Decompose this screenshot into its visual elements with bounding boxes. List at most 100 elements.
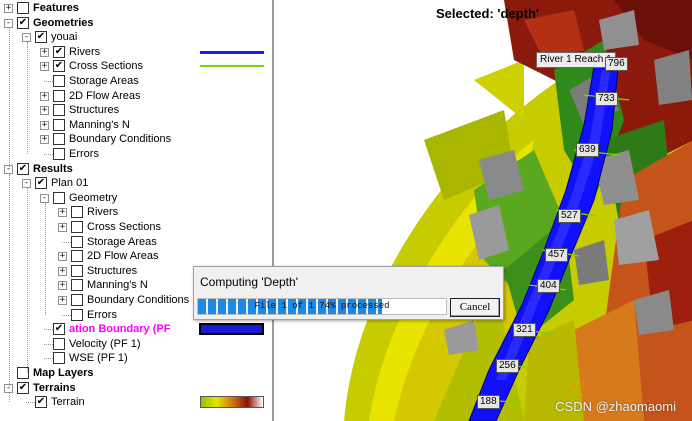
visibility-checkbox[interactable]: ✔ xyxy=(35,31,47,44)
tree-item-storage-areas[interactable]: Storage Areas xyxy=(0,74,268,89)
depth-legend-swatch xyxy=(199,323,264,336)
cross-section-line-swatch xyxy=(200,65,264,68)
visibility-checkbox[interactable] xyxy=(53,352,65,365)
tree-item-res-2d-flow-areas[interactable]: +2D Flow Areas xyxy=(0,249,268,264)
tree-connector xyxy=(44,358,53,360)
visibility-checkbox[interactable] xyxy=(53,191,65,204)
tree-item-label: Cross Sections xyxy=(87,221,161,233)
tree-guide-line xyxy=(9,392,10,403)
collapse-icon[interactable]: - xyxy=(22,179,31,189)
tree-connector xyxy=(44,81,53,82)
tree-item-2d-flow-areas[interactable]: +2D Flow Areas xyxy=(0,89,268,104)
expand-icon[interactable]: + xyxy=(58,208,67,218)
expand-icon[interactable]: + xyxy=(40,62,49,72)
visibility-checkbox[interactable] xyxy=(17,2,29,14)
tree-item-label: WSE (PF 1) xyxy=(69,352,128,365)
progress-text: File 1 of 1 74% processed xyxy=(254,301,390,311)
station-label: 188 xyxy=(477,395,500,409)
visibility-checkbox[interactable] xyxy=(71,279,83,292)
tree-item-map-layers[interactable]: Map Layers xyxy=(0,366,268,381)
tree-item-depth[interactable]: ✔ ation Boundary (PF xyxy=(0,322,268,337)
visibility-checkbox[interactable] xyxy=(71,264,83,277)
tree-item-label: Storage Areas xyxy=(69,75,139,87)
collapse-icon[interactable]: - xyxy=(22,33,31,43)
expand-icon[interactable]: + xyxy=(58,266,67,276)
tree-item-label: Boundary Conditions xyxy=(87,294,190,306)
station-label: 256 xyxy=(496,359,519,373)
expand-icon[interactable]: + xyxy=(40,106,49,116)
tree-item-label: Map Layers xyxy=(33,367,94,379)
station-label: 527 xyxy=(558,209,581,223)
tree-item-velocity[interactable]: Velocity (PF 1) xyxy=(0,337,268,352)
tree-item-res-cross-sections[interactable]: + Cross Sections xyxy=(0,220,268,235)
visibility-checkbox[interactable] xyxy=(53,75,65,87)
river-line-swatch xyxy=(200,50,264,54)
tree-item-mannings-n[interactable]: + Manning's N xyxy=(0,118,268,133)
visibility-checkbox[interactable]: ✔ xyxy=(17,162,29,175)
tree-item-features[interactable]: + Features xyxy=(0,1,268,16)
visibility-checkbox[interactable] xyxy=(53,337,65,350)
visibility-checkbox[interactable] xyxy=(71,206,83,219)
visibility-checkbox[interactable] xyxy=(53,118,65,131)
station-label: 457 xyxy=(545,248,568,262)
tree-connector xyxy=(44,154,53,155)
tree-item-label: Features xyxy=(33,2,79,14)
visibility-checkbox[interactable]: ✔ xyxy=(53,60,65,73)
selected-layer-label: Selected: 'depth' xyxy=(436,6,539,21)
collapse-icon[interactable]: - xyxy=(40,193,49,203)
tree-item-geometry[interactable]: - Geometry xyxy=(0,191,268,206)
visibility-checkbox[interactable]: ✔ xyxy=(35,177,47,190)
tree-item-terrain[interactable]: ✔ Terrain xyxy=(0,395,268,410)
visibility-checkbox[interactable] xyxy=(71,235,83,248)
visibility-checkbox[interactable] xyxy=(53,104,65,117)
tree-item-res-rivers[interactable]: + Rivers xyxy=(0,205,268,220)
visibility-checkbox[interactable] xyxy=(53,148,65,160)
tree-item-label: Manning's N xyxy=(69,118,130,131)
tree-item-errors[interactable]: Errors xyxy=(0,147,268,162)
expand-icon[interactable]: + xyxy=(58,252,67,262)
tree-item-rivers[interactable]: + ✔ Rivers xyxy=(0,45,268,60)
visibility-checkbox[interactable] xyxy=(71,308,83,321)
tree-connector xyxy=(26,402,35,404)
tree-guide-line xyxy=(27,42,28,154)
visibility-checkbox[interactable]: ✔ xyxy=(53,323,65,336)
expand-icon[interactable]: + xyxy=(40,120,49,130)
tree-item-terrains[interactable]: - ✔ Terrains xyxy=(0,381,268,396)
visibility-checkbox[interactable] xyxy=(71,294,83,306)
collapse-icon[interactable]: - xyxy=(4,18,13,28)
station-label: 796 xyxy=(605,57,628,71)
visibility-checkbox[interactable]: ✔ xyxy=(35,396,47,409)
tree-item-cross-sections[interactable]: + ✔ Cross Sections xyxy=(0,59,268,74)
expand-icon[interactable]: + xyxy=(40,91,49,101)
tree-item-results[interactable]: - ✔ Results xyxy=(0,162,268,177)
station-label: 733 xyxy=(595,92,618,106)
tree-item-boundary-conditions[interactable]: + Boundary Conditions xyxy=(0,132,268,147)
tree-item-youai[interactable]: - ✔ youai xyxy=(0,30,268,45)
tree-item-structures[interactable]: + Structures xyxy=(0,103,268,118)
tree-item-geometries[interactable]: - ✔ Geometries xyxy=(0,16,268,31)
map-view[interactable]: Selected: 'depth' River 1 Reach 1 796 73… xyxy=(272,0,692,421)
tree-guide-line xyxy=(9,27,10,169)
expand-icon[interactable]: + xyxy=(58,296,67,305)
tree-item-wse[interactable]: WSE (PF 1) xyxy=(0,351,268,366)
tree-item-plan-01[interactable]: - ✔ Plan 01 xyxy=(0,176,268,191)
visibility-checkbox[interactable] xyxy=(71,250,83,263)
visibility-checkbox[interactable]: ✔ xyxy=(17,16,29,29)
tree-item-res-storage-areas[interactable]: Storage Areas xyxy=(0,235,268,250)
visibility-checkbox[interactable] xyxy=(53,89,65,102)
visibility-checkbox[interactable] xyxy=(53,133,65,146)
expand-icon[interactable]: + xyxy=(58,281,67,291)
expand-icon[interactable]: + xyxy=(40,47,49,57)
tree-guide-line xyxy=(45,202,46,315)
tree-item-label: Geometries xyxy=(33,16,94,29)
expand-icon[interactable]: + xyxy=(40,135,49,145)
cancel-button[interactable]: Cancel xyxy=(450,298,500,317)
expand-icon[interactable]: + xyxy=(4,4,13,13)
visibility-checkbox[interactable] xyxy=(71,221,83,233)
visibility-checkbox[interactable]: ✔ xyxy=(53,45,65,58)
tree-item-label: Errors xyxy=(87,308,117,321)
tree-item-label: Errors xyxy=(69,148,99,160)
tree-item-label: Results xyxy=(33,162,73,175)
visibility-checkbox[interactable]: ✔ xyxy=(17,381,29,394)
expand-icon[interactable]: + xyxy=(58,223,67,232)
